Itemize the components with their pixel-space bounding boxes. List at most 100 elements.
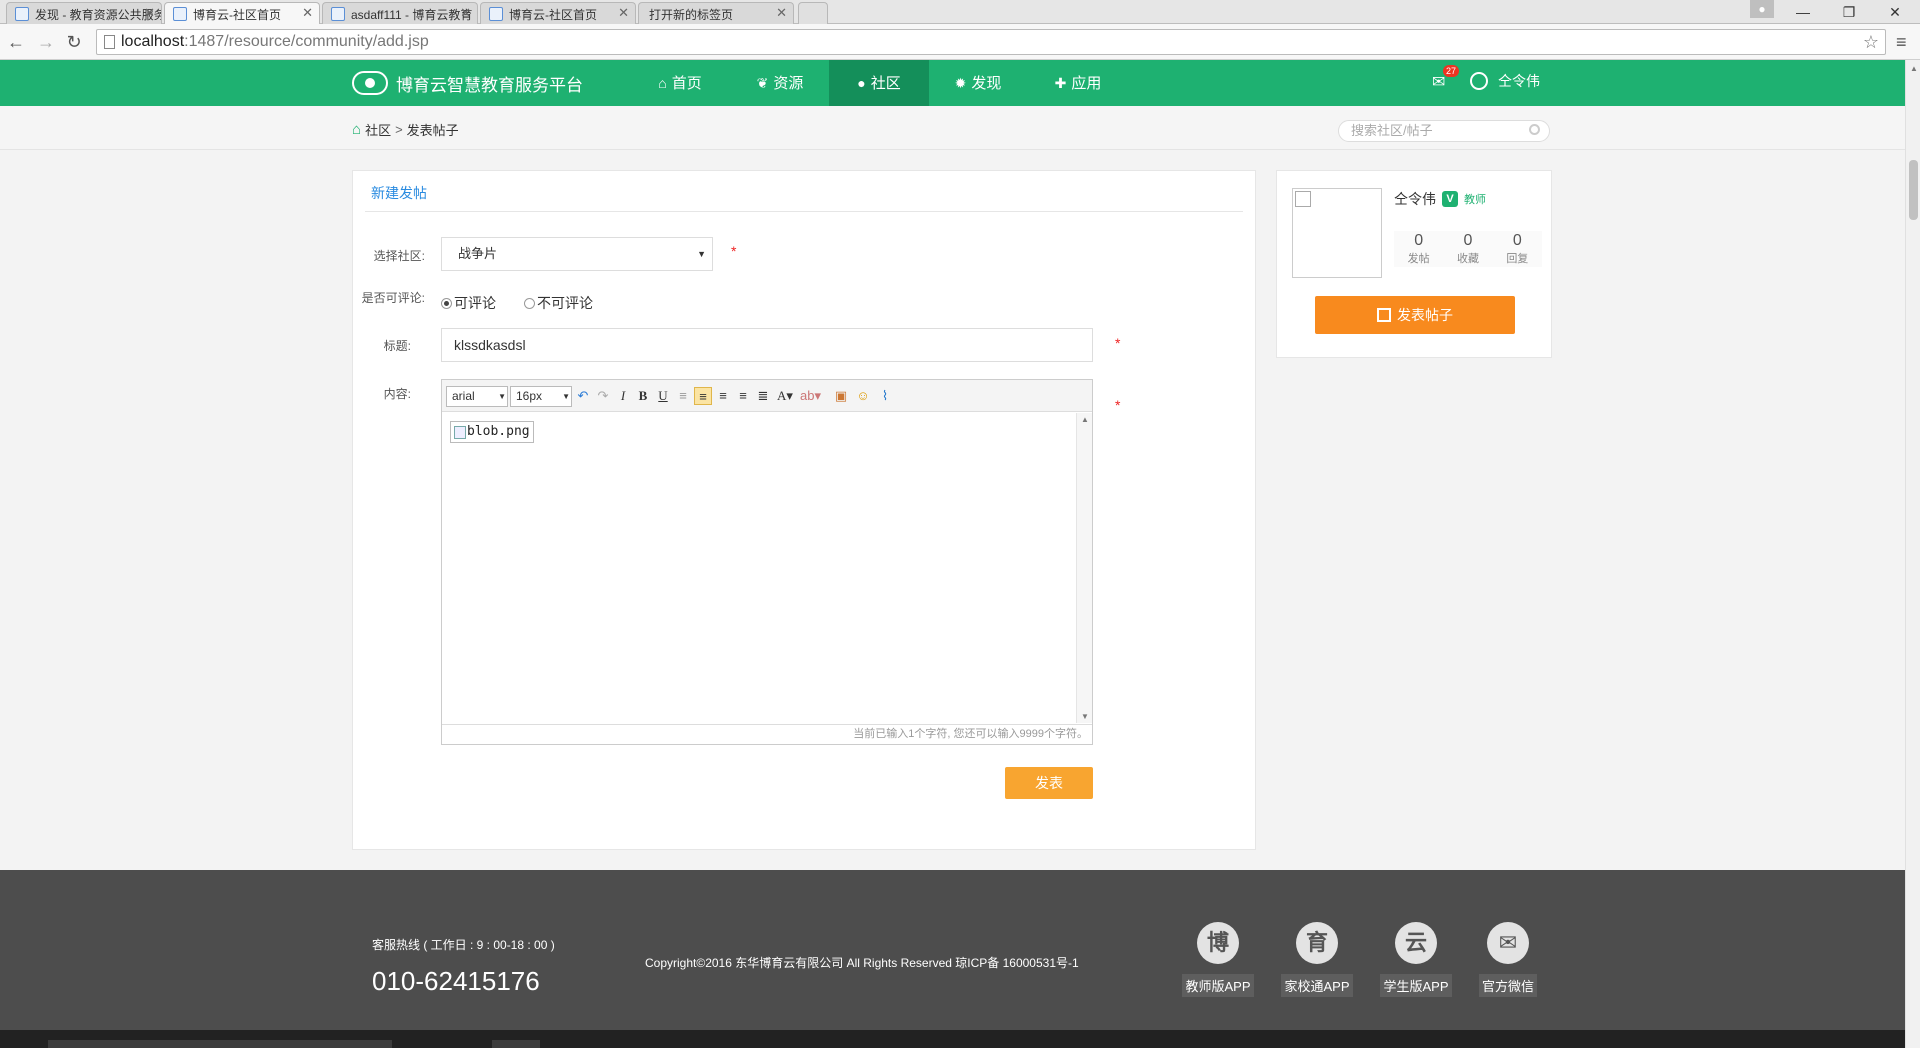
required-mark: * [1115, 397, 1121, 413]
browser-tab[interactable]: asdaff111 - 博育云教育 ✕ [322, 2, 478, 24]
reload-icon[interactable]: ↻ [62, 30, 86, 54]
user-icon [1470, 72, 1488, 90]
stat-replies[interactable]: 0 回复 [1493, 231, 1542, 267]
align-center-icon[interactable]: ≡ [734, 387, 752, 405]
page-scrollbar[interactable]: ▲ [1905, 60, 1920, 1048]
stat-posts[interactable]: 0 发帖 [1394, 231, 1443, 267]
restore-icon[interactable]: ❐ [1826, 0, 1872, 24]
nav-home[interactable]: ⌂ 首页 [640, 60, 720, 106]
minimize-icon[interactable]: — [1780, 0, 1826, 24]
edit-icon [1377, 308, 1391, 322]
radio-label: 不可评论 [537, 295, 593, 311]
broken-image-placeholder[interactable]: blob.png [450, 421, 534, 443]
new-post-button[interactable]: 发表帖子 [1315, 296, 1515, 334]
scroll-down-icon[interactable]: ▼ [1081, 712, 1089, 721]
forward-icon[interactable]: → [34, 30, 58, 54]
home-icon[interactable]: ⌂ [352, 121, 361, 138]
app-wechat[interactable]: ✉ 官方微信 [1468, 922, 1548, 997]
app-label: 家校通APP [1281, 974, 1353, 997]
user-menu[interactable]: 仝令伟 [1470, 71, 1540, 91]
taskbar-item[interactable] [492, 1040, 540, 1048]
nav-label: 发现 [971, 75, 1002, 92]
browser-tab-active[interactable]: 博育云-社区首页 ✕ [164, 2, 320, 25]
browser-tab[interactable]: 博育云-社区首页 ✕ [480, 2, 636, 24]
page-favicon-icon [331, 7, 345, 21]
site-logo[interactable]: 博育云智慧教育服务平台 [352, 70, 583, 96]
page-info-icon[interactable] [104, 35, 115, 49]
hotline-number: 010-62415176 [372, 966, 540, 996]
underline-icon[interactable]: U [654, 387, 672, 405]
bold-icon[interactable]: B [634, 387, 652, 405]
font-size-select[interactable]: 16px ▼ [510, 386, 572, 407]
chevron-down-icon: ▼ [498, 392, 506, 401]
radio-disallow-comment[interactable]: 不可评论 [524, 293, 593, 313]
avatar[interactable] [1292, 188, 1382, 278]
os-taskbar [0, 1030, 1905, 1048]
attachment-icon[interactable]: ⌇ [876, 387, 894, 405]
strikethrough-icon[interactable]: ≡ [674, 387, 692, 405]
nav-resources[interactable]: ❦ 资源 [740, 60, 820, 106]
nav-discover[interactable]: ✹ 发现 [938, 60, 1018, 106]
italic-icon[interactable]: I [614, 387, 632, 405]
mail-icon[interactable]: ✉ 27 [1432, 65, 1460, 92]
breadcrumb-community[interactable]: 社区 [365, 120, 391, 139]
app-parent[interactable]: 育 家校通APP [1277, 922, 1357, 997]
close-tab-icon[interactable]: ✕ [618, 5, 629, 21]
browser-tab[interactable]: 发现 - 教育资源公共服务平 ✕ [6, 2, 162, 24]
browser-tab[interactable]: 打开新的标签页 ✕ [638, 2, 794, 24]
scroll-up-icon[interactable]: ▲ [1081, 415, 1089, 424]
radio-allow-comment[interactable]: 可评论 [441, 293, 496, 313]
emoji-icon[interactable]: ☺ [854, 387, 872, 405]
nav-apps[interactable]: ✚ 应用 [1038, 60, 1118, 106]
panel-title: 新建发帖 [371, 185, 427, 201]
chevron-down-icon: ▼ [697, 249, 706, 259]
url-host: localhost [121, 33, 185, 50]
app-label: 教师版APP [1182, 974, 1254, 997]
close-window-icon[interactable]: ✕ [1872, 0, 1918, 24]
nav-community[interactable]: ● 社区 [829, 60, 929, 106]
scroll-up-icon[interactable]: ▲ [1910, 64, 1918, 73]
app-student[interactable]: 云 学生版APP [1376, 922, 1456, 997]
redo-icon[interactable]: ↷ [594, 387, 612, 405]
radio-unchecked-icon[interactable] [524, 297, 535, 309]
align-right-icon[interactable]: ≡ [714, 387, 732, 405]
search-icon[interactable] [1529, 124, 1540, 135]
browser-menu-icon[interactable]: ≡ [1896, 33, 1912, 51]
scrollbar-thumb[interactable] [1909, 160, 1918, 220]
publish-button[interactable]: 发表 [1005, 767, 1093, 799]
bookmark-star-icon[interactable]: ☆ [1863, 30, 1879, 54]
close-tab-icon[interactable]: ✕ [460, 5, 471, 21]
close-tab-icon[interactable]: ✕ [776, 5, 787, 21]
back-icon[interactable]: ← [4, 30, 28, 54]
stat-value: 0 [1463, 232, 1473, 249]
community-select[interactable]: 战争片 ▼ [441, 237, 713, 271]
profile-card: 仝令伟 V 教师 0 发帖 0 收藏 0 回复 发表帖子 [1276, 170, 1552, 358]
new-tab-button[interactable] [798, 2, 828, 24]
undo-icon[interactable]: ↶ [574, 387, 592, 405]
close-tab-icon[interactable]: ✕ [144, 5, 155, 21]
tab-title: 博育云-社区首页 [193, 8, 281, 22]
font-color-icon[interactable]: A▾ [776, 387, 794, 405]
highlight-icon[interactable]: ab▾ [800, 387, 821, 405]
align-justify-icon[interactable]: ≣ [754, 387, 772, 405]
insert-image-icon[interactable]: ▣ [832, 387, 850, 405]
plus-square-icon: ✚ [1054, 75, 1067, 91]
editor-content-area[interactable]: blob.png [442, 413, 1076, 723]
app-teacher[interactable]: 博 教师版APP [1178, 922, 1258, 997]
radio-checked-icon[interactable] [441, 297, 452, 309]
browser-profile-icon[interactable]: ● [1750, 0, 1774, 18]
editor-scrollbar[interactable]: ▲ ▼ [1076, 413, 1092, 723]
stat-label: 发帖 [1407, 253, 1430, 265]
title-field[interactable]: klssdkasdsl [441, 328, 1093, 362]
stat-value: 0 [1414, 232, 1424, 249]
taskbar-item[interactable] [48, 1040, 392, 1048]
stat-favorites[interactable]: 0 收藏 [1443, 231, 1492, 267]
stat-label: 回复 [1506, 253, 1529, 265]
font-family-select[interactable]: arial ▼ [446, 386, 508, 407]
profile-name: 仝令伟 [1394, 191, 1436, 207]
new-post-panel: 新建发帖 选择社区: 战争片 ▼ * 是否可评论: 可评论 不可评论 标题: k… [352, 170, 1256, 850]
url-field[interactable]: localhost:1487/resource/community/add.js… [96, 29, 1886, 55]
search-input[interactable]: 搜索社区/帖子 [1338, 120, 1550, 142]
close-tab-icon[interactable]: ✕ [302, 5, 313, 21]
align-left-icon[interactable]: ≡ [694, 387, 712, 405]
